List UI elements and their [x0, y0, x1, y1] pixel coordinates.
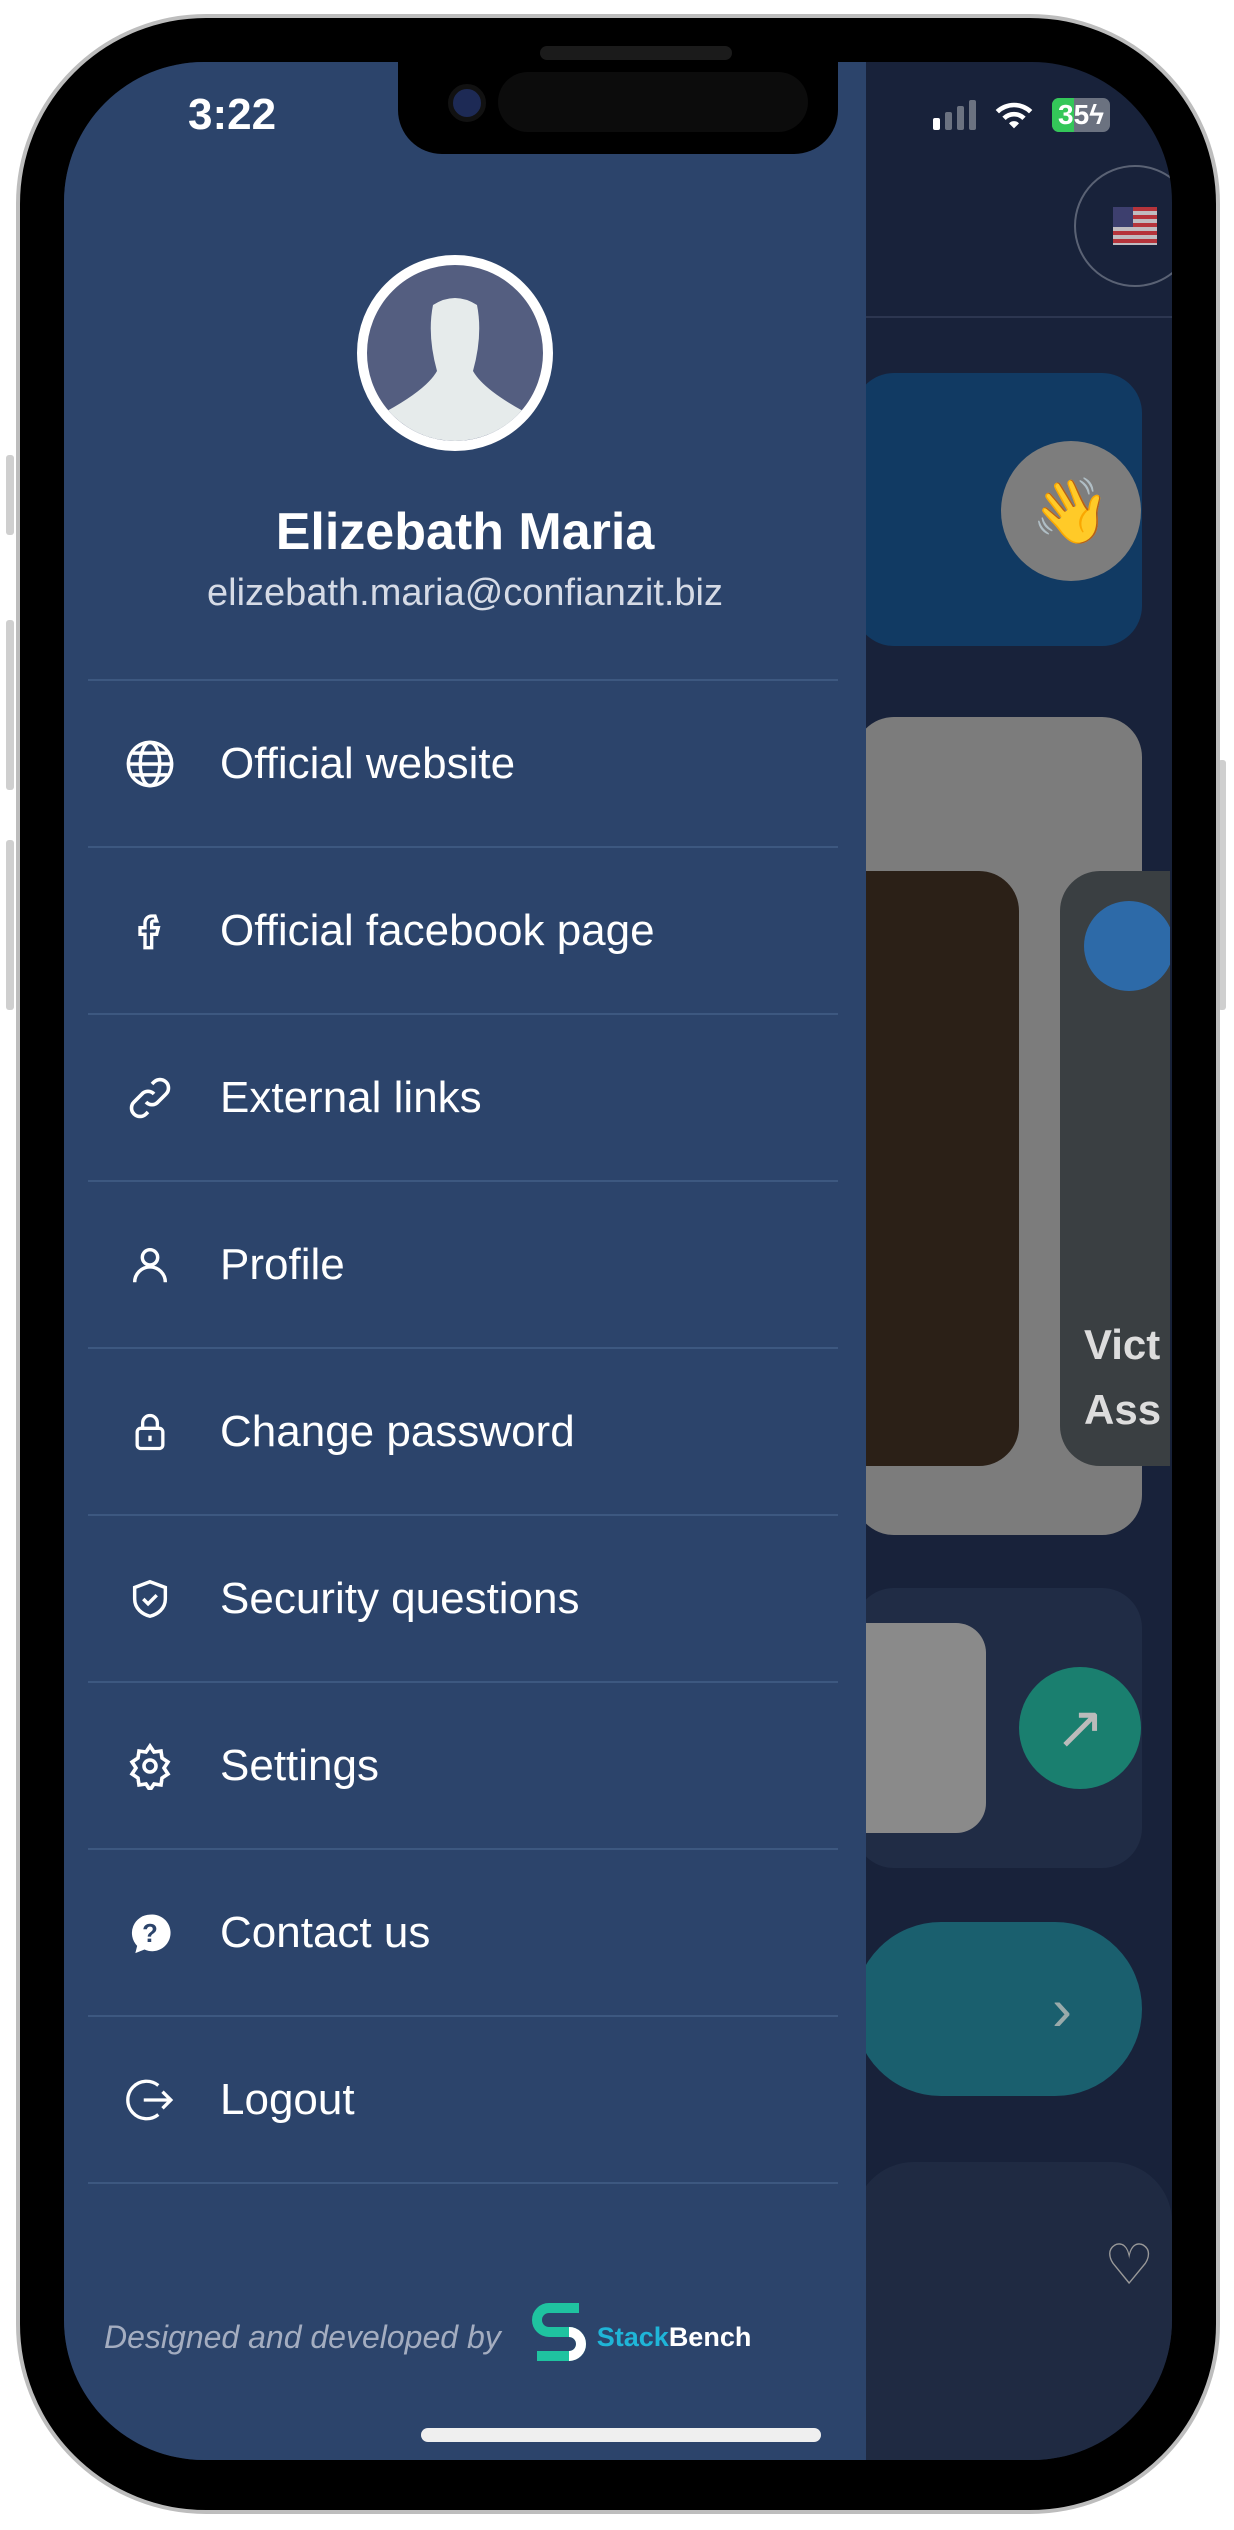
camera — [448, 84, 486, 122]
mute-switch — [6, 455, 14, 535]
stackbench-logo-icon[interactable] — [531, 2302, 587, 2372]
battery-level: 35 — [1058, 99, 1090, 130]
hands-heart-icon[interactable]: ♡ — [1104, 2232, 1172, 2302]
link-icon — [120, 1068, 180, 1128]
menu-item-external-links[interactable]: External links — [88, 1015, 838, 1182]
services-card: Vict Ass — [854, 717, 1170, 1535]
service-card-victim[interactable]: Vict Ass — [1060, 871, 1170, 1466]
menu-label: Official website — [220, 738, 516, 788]
status-time: 3:22 — [188, 90, 277, 139]
volume-up-button — [6, 620, 14, 790]
service-card-legal[interactable] — [854, 871, 1019, 1466]
wifi-icon — [995, 102, 1033, 129]
menu-item-security-questions[interactable]: Security questions — [88, 1516, 838, 1683]
brand-name: StackBench — [597, 2322, 752, 2353]
screen: 👋 Vict Ass ↗ › ♡ Elizebath Maria elizeba… — [64, 62, 1172, 2460]
volume-down-button — [6, 840, 14, 1010]
bottom-nav: ♡ — [854, 2162, 1172, 2460]
menu-label: Contact us — [220, 1907, 431, 1957]
question-bubble-icon: ? — [120, 1903, 180, 1963]
status-icons: 35ϟ — [933, 98, 1110, 132]
menu-item-facebook-page[interactable]: Official facebook page — [88, 848, 838, 1015]
waving-hand-icon: 👋 — [1001, 441, 1141, 581]
menu-item-contact-us[interactable]: ? Contact us — [88, 1850, 838, 2017]
menu-label: Profile — [220, 1239, 345, 1289]
logout-icon — [120, 2070, 180, 2130]
dynamic-island — [398, 62, 838, 154]
chevron-right-button[interactable]: › — [854, 1922, 1142, 2096]
menu-label: Logout — [220, 2074, 355, 2124]
user-icon — [120, 1235, 180, 1295]
brand-name-bench: Bench — [668, 2321, 752, 2352]
footer-text: Designed and developed by — [104, 2318, 501, 2355]
island — [498, 72, 808, 132]
battery-icon: 35ϟ — [1052, 98, 1110, 132]
card-subtitle: Ass — [1084, 1386, 1162, 1433]
menu-item-settings[interactable]: Settings — [88, 1683, 838, 1850]
card-title: Vict — [1084, 1321, 1161, 1368]
user-silhouette-icon — [387, 298, 523, 441]
arrow-up-right-icon[interactable]: ↗ — [1019, 1667, 1141, 1789]
menu-label: Security questions — [220, 1573, 580, 1623]
drawer-menu: Official website Official facebook page … — [88, 679, 838, 2184]
svg-text:?: ? — [142, 1920, 158, 1948]
lock-icon — [120, 1402, 180, 1462]
globe-icon — [120, 734, 180, 794]
navigation-drawer: Elizebath Maria elizebath.maria@confianz… — [64, 62, 866, 2460]
speaker — [540, 46, 732, 60]
gear-icon — [120, 1736, 180, 1796]
profile-name: Elizebath Maria — [275, 503, 655, 561]
menu-label: External links — [220, 1072, 482, 1122]
shield-check-icon — [120, 1569, 180, 1629]
menu-item-profile[interactable]: Profile — [88, 1182, 838, 1349]
profile-email: elizebath.maria@confianzit.biz — [207, 572, 723, 614]
brand-name-stack: Stack — [596, 2321, 669, 2352]
language-button[interactable] — [1074, 165, 1172, 287]
action-card-image — [854, 1623, 986, 1833]
header-divider — [866, 316, 1172, 318]
footer: Designed and developed by StackBench — [104, 2302, 751, 2372]
us-flag-icon — [1113, 207, 1157, 245]
welcome-card[interactable]: 👋 — [854, 373, 1142, 646]
home-indicator[interactable] — [421, 2428, 821, 2442]
signal-icon — [933, 100, 977, 130]
menu-item-official-website[interactable]: Official website — [88, 681, 838, 848]
hand-heart-icon — [1084, 901, 1170, 991]
menu-label: Official facebook page — [220, 905, 655, 955]
menu-label: Change password — [220, 1406, 575, 1456]
menu-item-logout[interactable]: Logout — [88, 2017, 838, 2184]
charging-icon: ϟ — [1089, 99, 1104, 130]
menu-item-change-password[interactable]: Change password — [88, 1349, 838, 1516]
action-card: ↗ — [854, 1588, 1142, 1868]
menu-label: Settings — [220, 1740, 379, 1790]
avatar[interactable] — [357, 255, 553, 451]
facebook-icon — [120, 901, 180, 961]
